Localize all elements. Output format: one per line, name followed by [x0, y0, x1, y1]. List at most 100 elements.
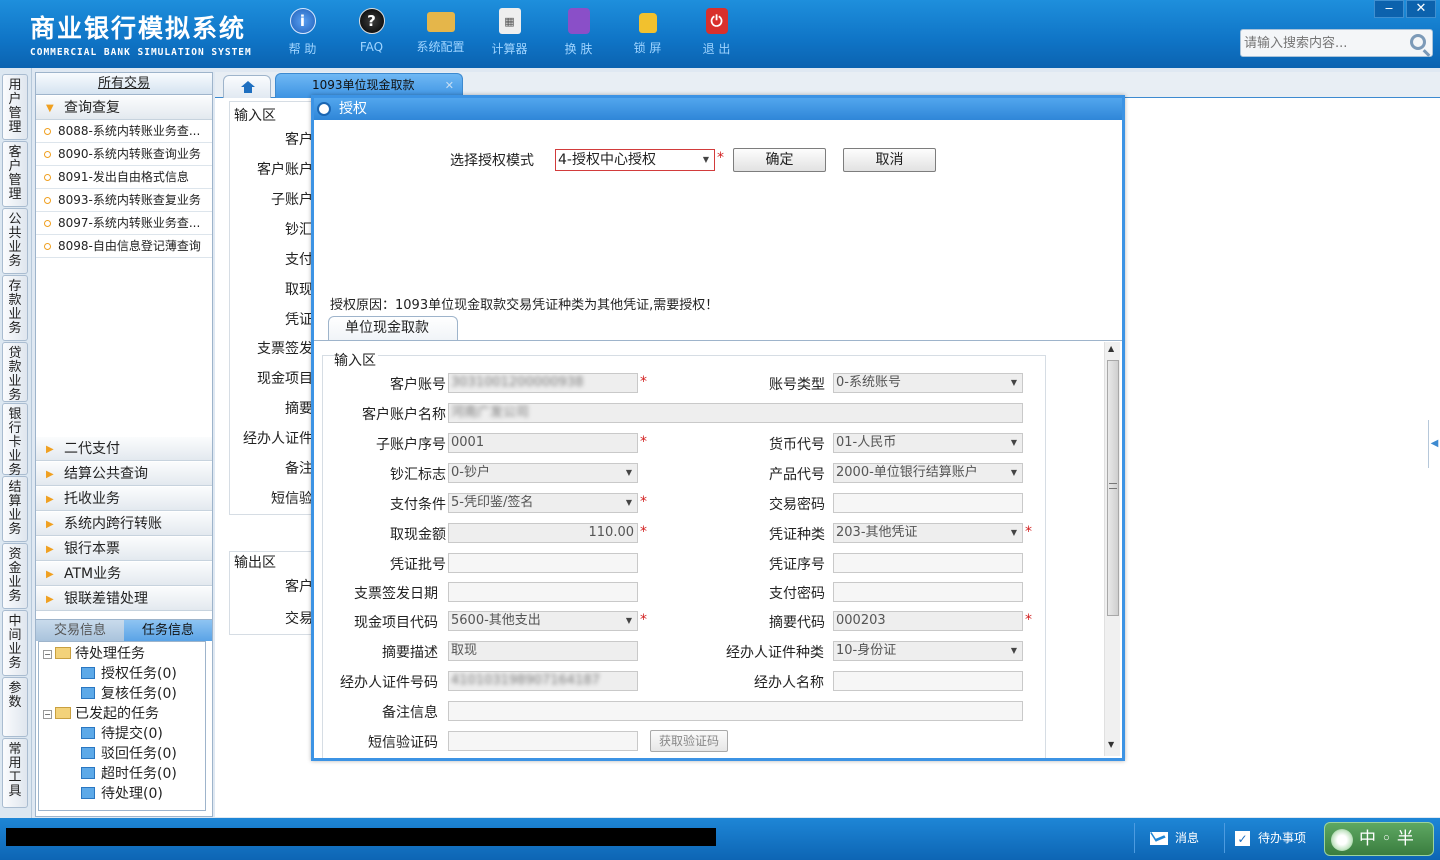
nav-group[interactable]: ▶ 银联差错处理 — [36, 586, 212, 611]
form-scrollbar[interactable]: ▲ ▼ — [1104, 342, 1120, 756]
collapse-handle[interactable]: ◀ — [1428, 420, 1440, 468]
nav-item-label: 8088-系统内转账业务查... — [58, 124, 201, 138]
toolbar-skin[interactable]: 换 肤 — [544, 8, 613, 57]
vtab-fund-business[interactable]: 资金业务 — [2, 543, 28, 609]
pay-condition-select[interactable]: 5-凭印鉴/签名 ▼ — [448, 493, 638, 513]
scroll-down-icon[interactable]: ▼ — [1108, 740, 1114, 749]
nav-item[interactable]: 8088-系统内转账业务查... — [36, 120, 212, 143]
cancel-button[interactable]: 取消 — [843, 148, 936, 172]
nav-group-label: 结算公共查询 — [64, 466, 148, 482]
agent-name-field[interactable] — [833, 671, 1023, 691]
vtab-settlement-business[interactable]: 结算业务 — [2, 476, 28, 542]
get-sms-code-button[interactable]: 获取验证码 — [650, 730, 728, 752]
account-name-field[interactable]: 河南广发公司 — [448, 403, 1023, 423]
cash-item-select[interactable]: 5600-其他支出 ▼ — [448, 611, 638, 631]
vtab-parameters[interactable]: 参数 — [2, 677, 28, 737]
tree-node[interactable]: 授权任务(0) — [81, 664, 177, 684]
task-tree: − 待处理任务 授权任务(0) 复核任务(0) − 已发起的任务 待提交(0) 驳回… — [38, 641, 206, 811]
required-mark: * — [640, 524, 647, 540]
field-label: 取现金额 — [390, 527, 446, 543]
toolbar-faq[interactable]: ? FAQ — [337, 8, 406, 57]
nav-group[interactable]: ▶ 系统内跨行转账 — [36, 511, 212, 536]
voucher-type-select[interactable]: 203-其他凭证 ▼ — [833, 523, 1023, 543]
nav-item[interactable]: 8091-发出自由格式信息 — [36, 166, 212, 189]
remark-field[interactable] — [448, 701, 1023, 721]
collapse-icon[interactable]: − — [43, 650, 52, 659]
toolbar-calculator[interactable]: ▦ 计算器 — [475, 8, 544, 57]
cash-flag-select[interactable]: 0-钞户 ▼ — [448, 463, 638, 483]
vtab-common-tools[interactable]: 常用工具 — [2, 738, 28, 808]
tree-node[interactable]: 待处理(0) — [81, 784, 163, 804]
bg-field-label: 备注 — [285, 461, 313, 477]
summary-desc-field[interactable]: 取现 — [448, 641, 638, 661]
auth-mode-select[interactable]: 4-授权中心授权 ▼ — [555, 149, 715, 171]
nav-item[interactable]: 8093-系统内转账查复业务 — [36, 189, 212, 212]
nav-item[interactable]: 8098-自由信息登记薄查询 — [36, 235, 212, 258]
currency-select[interactable]: 01-人民币 ▼ — [833, 433, 1023, 453]
tree-node-pending[interactable]: − 待处理任务 — [43, 644, 145, 664]
nav-item[interactable]: 8097-系统内转账业务查... — [36, 212, 212, 235]
nav-item[interactable]: 8090-系统内转账查询业务 — [36, 143, 212, 166]
tab-transaction-info[interactable]: 交易信息 — [36, 620, 124, 641]
ime-indicator[interactable]: 中 ◦ 半 简 — [1324, 822, 1434, 856]
tab-home[interactable] — [223, 75, 271, 98]
toolbar-exit[interactable]: ⏻ 退 出 — [682, 8, 751, 57]
tree-node[interactable]: 待提交(0) — [81, 724, 163, 744]
toolbar-config[interactable]: 系统配置 — [406, 8, 475, 57]
vtab-bank-card-business[interactable]: 银行卡业务 — [2, 403, 28, 478]
amount-field[interactable]: 110.00 — [448, 523, 638, 543]
field-label: 子账户序号 — [376, 437, 446, 453]
todo-button[interactable]: ✓ 待办事项 — [1224, 823, 1322, 853]
nav-group-label: 银联差错处理 — [64, 591, 148, 607]
chevron-right-icon: ▶ — [46, 569, 54, 580]
nav-group[interactable]: ▶ 托收业务 — [36, 486, 212, 511]
confirm-button[interactable]: 确定 — [733, 148, 826, 172]
tab-task-info[interactable]: 任务信息 — [124, 620, 212, 641]
tree-node[interactable]: 复核任务(0) — [81, 684, 177, 704]
sub-account-field[interactable]: 0001 — [448, 433, 638, 453]
account-type-select[interactable]: 0-系统账号 ▼ — [833, 373, 1023, 393]
product-code-select[interactable]: 2000-单位银行结算账户 ▼ — [833, 463, 1023, 483]
agent-id-no-field[interactable]: 410103198907164187 — [448, 671, 638, 691]
tree-node-initiated[interactable]: − 已发起的任务 — [43, 704, 159, 724]
pay-password-field[interactable] — [833, 582, 1023, 602]
search-icon[interactable] — [1410, 34, 1426, 50]
summary-code-field[interactable]: 000203 — [833, 611, 1023, 631]
sms-code-field[interactable] — [448, 731, 638, 751]
collapse-icon[interactable]: − — [43, 710, 52, 719]
tree-node[interactable]: 超时任务(0) — [81, 764, 177, 784]
close-icon[interactable]: ✕ — [445, 74, 454, 97]
check-date-field[interactable] — [448, 582, 638, 602]
toolbar-lock[interactable]: 锁 屏 — [613, 8, 682, 57]
tree-node[interactable]: 驳回任务(0) — [81, 744, 177, 764]
nav-group[interactable]: ▶ 银行本票 — [36, 536, 212, 561]
vtab-user-management[interactable]: 用户管理 — [2, 74, 28, 140]
vtab-intermediate-business[interactable]: 中间业务 — [2, 610, 28, 676]
nav-group[interactable]: ▶ 结算公共查询 — [36, 461, 212, 486]
nav-group[interactable]: ▶ ATM业务 — [36, 561, 212, 586]
nav-group[interactable]: ▶ 二代支付 — [36, 436, 212, 461]
agent-id-type-select[interactable]: 10-身份证 ▼ — [833, 641, 1023, 661]
trade-password-field[interactable] — [833, 493, 1023, 513]
messages-button[interactable]: 消息 — [1134, 823, 1224, 853]
nav-group-open[interactable]: ▼ 查询查复 — [36, 95, 212, 120]
tab-unit-cash-withdrawal[interactable]: 单位现金取款 — [328, 316, 458, 340]
brand-subtitle: COMMERCIAL BANK SIMULATION SYSTEM — [30, 47, 252, 58]
voucher-seq-field[interactable] — [833, 553, 1023, 573]
vtab-customer-management[interactable]: 客户管理 — [2, 141, 28, 207]
required-mark: * — [717, 150, 724, 166]
vtab-public-business[interactable]: 公共业务 — [2, 208, 28, 274]
dropdown-arrow-icon: ▼ — [625, 616, 632, 625]
minimize-button[interactable]: ‒ — [1374, 0, 1404, 18]
scrollbar-thumb[interactable] — [1107, 360, 1119, 616]
voucher-batch-field[interactable] — [448, 553, 638, 573]
customer-account-field[interactable]: 3031001200000938 — [448, 373, 638, 393]
scroll-up-icon[interactable]: ▲ — [1108, 344, 1114, 353]
toolbar-help[interactable]: i 帮 助 — [268, 8, 337, 57]
search-input[interactable] — [1244, 33, 1404, 53]
tree-label: 驳回任务(0) — [101, 746, 177, 762]
close-window-button[interactable]: ✕ — [1406, 0, 1436, 18]
toolbar-label: 系统配置 — [416, 40, 465, 54]
vtab-deposit-business[interactable]: 存款业务 — [2, 275, 28, 341]
vtab-loan-business[interactable]: 贷款业务 — [2, 342, 28, 403]
